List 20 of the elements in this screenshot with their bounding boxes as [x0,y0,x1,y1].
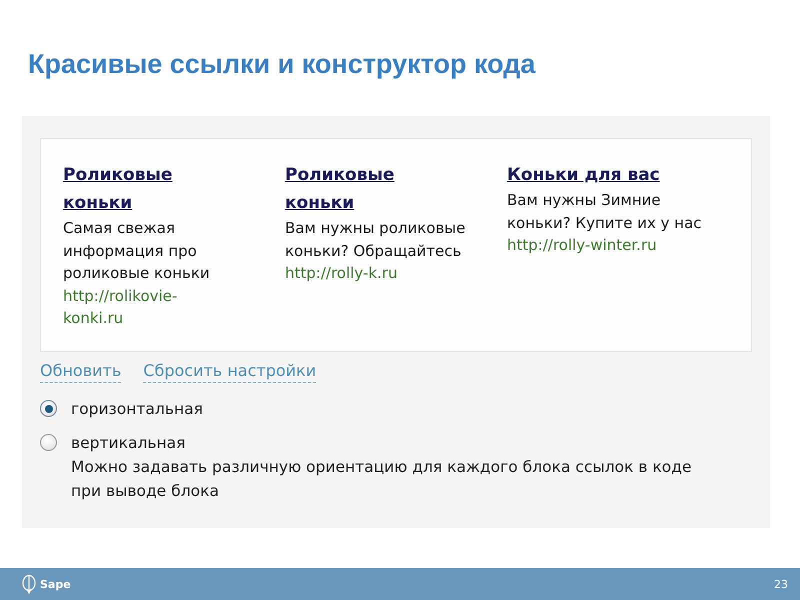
ad-text: Вам нужны Зимние коньки? Купите их у нас [507,190,703,234]
ad-headline-link[interactable]: Роликовые коньки [63,161,213,217]
ad-url-link[interactable]: http://rolly-winter.ru [507,234,657,256]
action-link[interactable]: Сбросить настройки [143,360,316,383]
hint-text: Можно задавать различную ориентацию для каждого блока ссылок в коде при выводе блока [71,457,693,502]
ad-text: Самая свежая информация про роликовые коньки [63,218,211,284]
logo-text: Sape [40,578,71,590]
ad-url-link[interactable]: http://rolly-k.ru [285,262,398,284]
radio-button[interactable] [40,400,57,417]
radio-label: вертикальная [71,433,186,454]
ad-text: Вам нужны роликовые коньки? Обращайтесь [285,218,466,262]
radio-button[interactable] [40,434,57,451]
logo-icon [22,574,36,594]
page-number: 23 [774,578,788,590]
slide-title: Красивые ссылки и конструктор кода [28,48,536,81]
ad-headline-link[interactable]: Роликовые коньки [285,161,435,217]
radio-label: горизонтальная [71,399,203,420]
ad-headline-link[interactable]: Коньки для вас [507,161,707,189]
ad-url-link[interactable]: http://rolikovie-konki.ru [63,284,213,330]
action-link[interactable]: Обновить [40,360,122,383]
